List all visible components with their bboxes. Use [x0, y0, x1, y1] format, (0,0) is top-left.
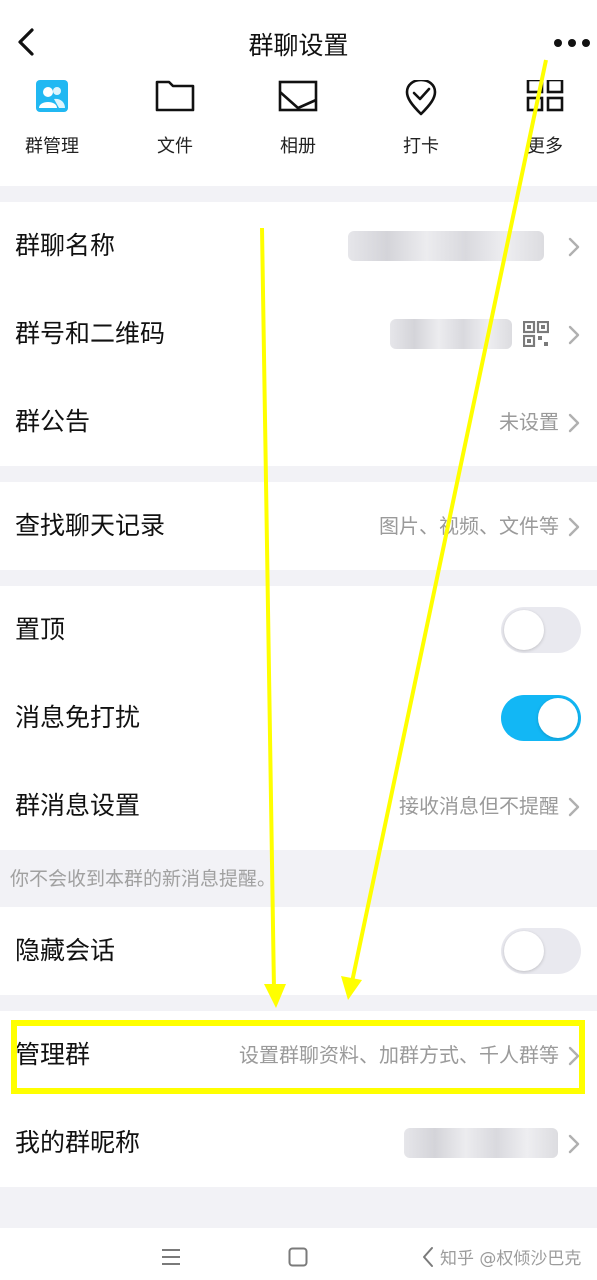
message-setting-row[interactable]: 群消息设置 接收消息但不提醒 — [0, 762, 597, 850]
menu-icon[interactable] — [161, 1248, 181, 1266]
mute-hint-text: 你不会收到本群的新消息提醒。 — [10, 868, 277, 890]
manage-card: 管理群 设置群聊资料、加群方式、千人群等 我的群昵称 — [0, 1011, 597, 1187]
row-value: 接收消息但不提醒 — [399, 794, 559, 818]
row-label: 隐藏会话 — [15, 936, 116, 965]
system-back-icon[interactable] — [422, 1246, 434, 1268]
mute-toggle[interactable] — [501, 695, 581, 741]
quick-action-group-manage[interactable]: 群管理 — [2, 80, 102, 186]
quick-action-label: 更多 — [527, 136, 563, 157]
page-title: 群聊设置 — [248, 31, 349, 60]
quick-actions: 群管理 文件 相册 打卡 更多 — [0, 80, 597, 186]
pin-row: 置顶 — [0, 586, 597, 674]
quick-action-checkin[interactable]: 打卡 — [371, 80, 471, 186]
qr-code-icon — [523, 321, 549, 347]
row-value: 设置群聊资料、加群方式、千人群等 — [239, 1043, 559, 1067]
toggle-knob — [504, 931, 544, 971]
message-settings-card: 置顶 消息免打扰 群消息设置 接收消息但不提醒 — [0, 586, 597, 850]
row-value: 图片、视频、文件等 — [379, 514, 559, 538]
folder-icon — [155, 80, 195, 112]
announcement-row[interactable]: 群公告 未设置 — [0, 378, 597, 466]
quick-action-label: 群管理 — [25, 136, 79, 157]
row-label: 置顶 — [15, 615, 66, 644]
search-history-card: 查找聊天记录 图片、视频、文件等 — [0, 482, 597, 570]
chevron-right-icon — [568, 517, 580, 537]
quick-action-files[interactable]: 文件 — [125, 80, 225, 186]
toggle-knob — [504, 610, 544, 650]
row-label: 群号和二维码 — [15, 319, 166, 348]
hide-chat-card: 隐藏会话 — [0, 907, 597, 995]
blurred-group-number — [390, 319, 512, 349]
blurred-group-name — [348, 231, 544, 261]
quick-action-label: 相册 — [280, 136, 316, 157]
more-options-button[interactable] — [552, 30, 592, 56]
mute-row: 消息免打扰 — [0, 674, 597, 762]
hide-chat-toggle[interactable] — [501, 928, 581, 974]
pin-toggle[interactable] — [501, 607, 581, 653]
more-dots-icon — [554, 39, 590, 47]
row-label: 管理群 — [15, 1040, 91, 1069]
quick-action-album[interactable]: 相册 — [248, 80, 348, 186]
home-square-icon[interactable] — [288, 1247, 308, 1267]
row-label: 群消息设置 — [15, 791, 141, 820]
row-label: 群公告 — [15, 407, 91, 436]
nickname-row[interactable]: 我的群昵称 — [0, 1099, 597, 1187]
chevron-right-icon — [568, 413, 580, 433]
search-history-row[interactable]: 查找聊天记录 图片、视频、文件等 — [0, 482, 597, 570]
quick-action-label: 打卡 — [403, 136, 439, 157]
group-number-row[interactable]: 群号和二维码 — [0, 290, 597, 378]
group-manage-icon — [36, 80, 68, 112]
quick-action-label: 文件 — [157, 136, 193, 157]
quick-action-more[interactable]: 更多 — [495, 80, 595, 186]
chevron-right-icon — [568, 237, 580, 257]
manage-group-row[interactable]: 管理群 设置群聊资料、加群方式、千人群等 — [0, 1011, 597, 1099]
group-info-card: 群聊名称 群号和二维码 群公告 未设置 — [0, 202, 597, 466]
hide-chat-row: 隐藏会话 — [0, 907, 597, 995]
grid-icon — [526, 80, 564, 112]
chevron-right-icon — [568, 1134, 580, 1154]
row-label: 群聊名称 — [15, 231, 116, 260]
top-nav-bar: 群聊设置 — [0, 0, 597, 84]
chevron-right-icon — [568, 797, 580, 817]
group-name-row[interactable]: 群聊名称 — [0, 202, 597, 290]
row-label: 我的群昵称 — [15, 1128, 141, 1157]
toggle-knob — [538, 698, 578, 738]
watermark-text: 知乎 @权倾沙巴克 — [440, 1249, 582, 1269]
system-nav-bar: 知乎 @权倾沙巴克 — [0, 1228, 597, 1280]
chevron-right-icon — [568, 325, 580, 345]
row-label: 消息免打扰 — [15, 703, 141, 732]
row-value: 未设置 — [499, 410, 559, 434]
checkin-icon — [405, 80, 437, 116]
chevron-right-icon — [568, 1046, 580, 1066]
blurred-nickname — [404, 1128, 558, 1158]
album-icon — [278, 80, 318, 112]
row-label: 查找聊天记录 — [15, 511, 166, 540]
